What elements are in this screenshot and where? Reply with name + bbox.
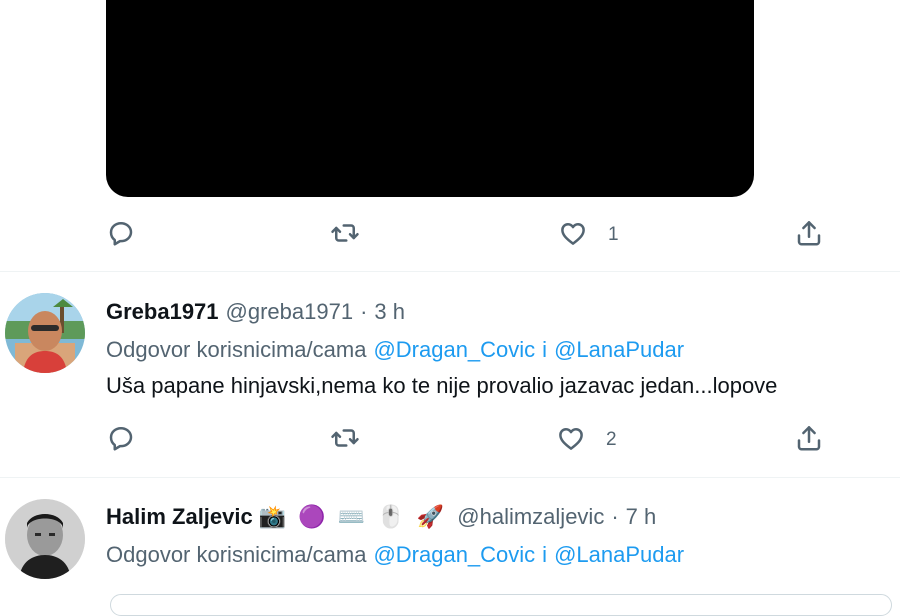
mention-conjunction: i — [542, 337, 548, 362]
heart-icon — [556, 423, 586, 458]
like-count: 2 — [606, 429, 617, 450]
reply-prefix: Odgovor korisnicima/cama — [106, 337, 367, 362]
name-emojis: 📸 🟣 ⌨️ 🖱️ 🚀 — [253, 504, 445, 530]
tweet-action-bar: 1 — [106, 217, 830, 253]
purple-orb-emoji-icon: 🟣 — [298, 504, 326, 529]
user-handle[interactable]: @greba1971 — [226, 299, 354, 325]
reply-button[interactable] — [106, 422, 156, 458]
retweet-icon — [330, 423, 360, 458]
tweet-header: Halim Zaljevic 📸 🟣 ⌨️ 🖱️ 🚀 @halimzaljevi… — [106, 502, 656, 532]
camera-emoji-icon: 📸 — [258, 504, 287, 529]
like-count: 1 — [608, 224, 619, 245]
reply-prefix: Odgovor korisnicima/cama — [106, 542, 367, 567]
mention-conjunction: i — [542, 542, 548, 567]
heart-icon — [558, 218, 588, 253]
reply-icon — [106, 218, 136, 253]
reply-button[interactable] — [106, 217, 156, 253]
tweet-action-bar: 2 — [106, 422, 830, 458]
reply-icon — [106, 423, 136, 458]
mention-dragan-covic[interactable]: @Dragan_Covic — [373, 337, 535, 363]
tweet-timestamp[interactable]: 3 h — [374, 299, 405, 325]
tweet-timestamp[interactable]: 7 h — [626, 504, 657, 530]
rocket-emoji-icon: 🚀 — [416, 504, 445, 529]
like-button[interactable]: 1 — [558, 217, 619, 253]
retweet-button[interactable] — [330, 217, 380, 253]
share-button[interactable] — [794, 422, 824, 458]
tweet-video-media[interactable] — [106, 0, 754, 197]
mouse-emoji-icon: 🖱️ — [377, 504, 405, 529]
share-icon — [794, 218, 824, 253]
mention-lana-pudar[interactable]: @LanaPudar — [554, 337, 684, 363]
mention-lana-pudar[interactable]: @LanaPudar — [554, 542, 684, 568]
tweet-divider — [0, 477, 900, 478]
retweet-button[interactable] — [330, 422, 380, 458]
avatar-greba1971[interactable] — [5, 293, 85, 373]
retweet-icon — [330, 218, 360, 253]
user-handle[interactable]: @halimzaljevic — [457, 504, 604, 530]
tweet-text: Uša papane hinjavski,nema ko te nije pro… — [106, 373, 778, 398]
keyboard-emoji-icon: ⌨️ — [337, 504, 366, 529]
display-name[interactable]: Greba1971 — [106, 299, 219, 325]
like-button[interactable]: 2 — [556, 422, 617, 458]
share-icon — [794, 423, 824, 458]
separator-dot: · — [360, 299, 368, 324]
reply-context: Odgovor korisnicima/cama @Dragan_Covic i… — [106, 540, 684, 570]
mention-dragan-covic[interactable]: @Dragan_Covic — [373, 542, 535, 568]
reply-context: Odgovor korisnicima/cama @Dragan_Covic i… — [106, 335, 684, 365]
tweet-divider — [0, 271, 900, 272]
separator-dot: · — [611, 504, 619, 529]
tweet-header: Greba1971 @greba1971 · 3 h — [106, 297, 405, 327]
display-name[interactable]: Halim Zaljevic — [106, 504, 253, 530]
quoted-content-box[interactable] — [110, 594, 892, 616]
avatar-halimzaljevic[interactable] — [5, 499, 85, 579]
share-button[interactable] — [794, 217, 824, 253]
